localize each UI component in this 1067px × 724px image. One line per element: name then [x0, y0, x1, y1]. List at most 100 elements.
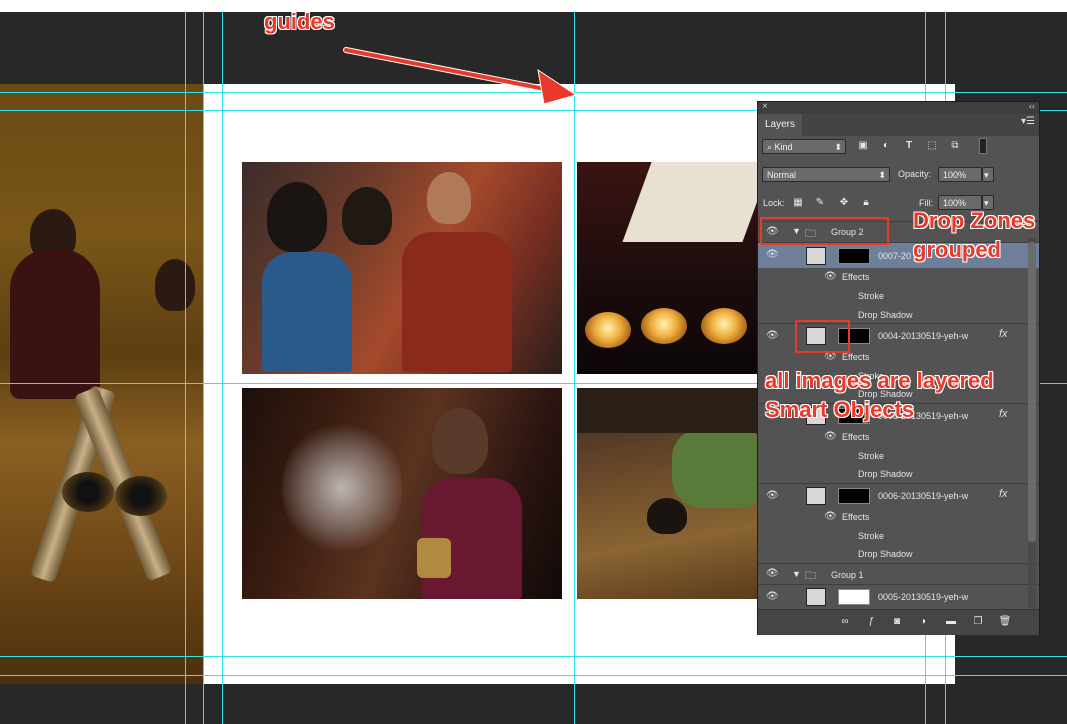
panel-bottom-toolbar: ∞ ƒ ◙ ◑ ▬ ❐ 🗑︎ — [758, 609, 1039, 635]
smart-object-thumbnail — [806, 487, 826, 505]
chevron-down-icon: ▾ — [984, 198, 989, 208]
incense-smoke — [282, 418, 402, 558]
opacity-dropdown[interactable]: ▾ — [982, 167, 994, 182]
effect-drop-shadow-row[interactable]: Drop Shadow — [758, 466, 1039, 483]
fill-label: Fill: — [919, 198, 933, 208]
guide-horizontal[interactable] — [0, 675, 1067, 676]
smart-object-thumbnail — [806, 588, 826, 606]
effects-label: Effects — [842, 512, 870, 522]
adjustment-layer-icon[interactable]: ◑ — [916, 615, 930, 629]
highlight-box-smart-object — [795, 320, 850, 353]
visibility-eye-icon[interactable]: 👁︎ — [766, 330, 779, 342]
close-icon[interactable]: × — [762, 101, 768, 112]
monk-head-incense — [432, 408, 488, 474]
incense-burner — [417, 538, 451, 578]
lock-position-icon[interactable]: ✥ — [837, 196, 851, 210]
panel-menu-icon[interactable]: ▾☰ — [1021, 116, 1035, 127]
layer-name: 0007-20 — [878, 251, 912, 261]
adjustment-filter-icon[interactable]: ◐ — [879, 139, 893, 153]
effects-row[interactable]: 👁︎ Effects — [758, 268, 1039, 287]
new-layer-icon[interactable]: ❐ — [971, 615, 985, 629]
layer-row-group1[interactable]: 👁︎ ▼ 🗀 Group 1 — [758, 563, 1039, 584]
visibility-eye-icon[interactable]: 👁︎ — [766, 591, 779, 603]
image-drop-zone-2[interactable] — [577, 162, 757, 374]
blue-robe — [262, 252, 352, 372]
layer-row-0006[interactable]: 👁︎ 0006-20130519-yeh-w fx — [758, 483, 1039, 508]
effect-drop-shadow-label: Drop Shadow — [858, 549, 913, 559]
image-drop-zone-4[interactable] — [577, 388, 757, 599]
guide-horizontal[interactable] — [0, 656, 1067, 657]
effect-stroke-row[interactable]: Stroke — [758, 287, 1039, 306]
annotation-smart-objects: Smart Objects — [765, 397, 915, 422]
visibility-eye-icon[interactable]: 👁︎ — [824, 271, 837, 283]
add-style-icon[interactable]: ƒ — [864, 615, 878, 629]
guide-vertical[interactable] — [203, 12, 204, 724]
collapse-icon[interactable]: ‹‹ — [1029, 101, 1035, 111]
new-group-icon[interactable]: ▬ — [944, 615, 958, 629]
layer-name: 0006-20130519-yeh-w — [878, 491, 969, 501]
smart-object-filter-icon[interactable]: ⧉ — [948, 139, 962, 153]
layer-name: 0005-20130519-yeh-w — [878, 592, 969, 602]
chevron-updown-icon: ⬍ — [834, 142, 842, 152]
person-head-1 — [267, 182, 327, 252]
effects-row[interactable]: 👁︎ Effects — [758, 508, 1039, 527]
effect-stroke-label: Stroke — [858, 451, 885, 461]
highlight-box-group2 — [760, 217, 889, 245]
filter-kind-label: Kind — [774, 142, 793, 152]
filter-toggle-switch[interactable] — [979, 138, 987, 154]
lock-label: Lock: — [763, 198, 785, 208]
guide-vertical[interactable] — [185, 12, 186, 724]
guide-vertical[interactable] — [222, 12, 223, 724]
type-filter-icon[interactable]: T — [902, 139, 916, 153]
disclosure-triangle-icon[interactable]: ▼ — [792, 569, 801, 579]
fx-icon[interactable]: fx — [999, 488, 1008, 500]
effect-stroke-label: Stroke — [858, 291, 885, 301]
trash-icon[interactable]: 🗑︎ — [998, 615, 1012, 629]
scrollbar-thumb[interactable] — [1028, 242, 1036, 542]
opacity-label: Opacity: — [898, 169, 932, 179]
visibility-eye-icon[interactable]: 👁︎ — [766, 249, 779, 261]
visibility-eye-icon[interactable]: 👁︎ — [824, 431, 837, 443]
annotation-grouped: grouped — [913, 237, 1001, 262]
lock-brush-icon[interactable]: ✎ — [813, 196, 827, 210]
add-mask-icon[interactable]: ◙ — [890, 615, 904, 629]
effect-stroke-row[interactable]: Stroke — [758, 447, 1039, 466]
chevron-down-icon: ▾ — [984, 170, 989, 180]
search-icon: ⌕ — [767, 142, 775, 152]
annotation-arrow — [343, 47, 578, 105]
person-head-2 — [342, 187, 392, 245]
opacity-field[interactable]: 100% — [938, 167, 982, 182]
visibility-eye-icon[interactable]: 👁︎ — [766, 490, 779, 502]
striped-robe — [672, 428, 757, 508]
visibility-eye-icon[interactable]: 👁︎ — [824, 511, 837, 523]
red-robe — [402, 232, 512, 372]
layer-row-0005[interactable]: 👁︎ 0005-20130519-yeh-w — [758, 584, 1039, 609]
annotation-all-images: all images are layered — [765, 368, 994, 393]
effects-label: Effects — [842, 272, 870, 282]
image-drop-zone-3[interactable] — [242, 388, 562, 599]
filter-kind-select[interactable]: ⌕ Kind ⬍ — [762, 139, 846, 154]
effect-stroke-row[interactable]: Stroke — [758, 527, 1039, 546]
bowing-head — [647, 498, 687, 534]
lock-all-icon[interactable]: 🔒︎ — [859, 196, 873, 210]
layer-mask-thumbnail — [838, 589, 870, 605]
horn-bell-right — [115, 476, 167, 516]
tab-layers[interactable]: Layers — [758, 114, 802, 136]
visibility-eye-icon[interactable]: 👁︎ — [766, 568, 779, 580]
effects-label: Effects — [842, 432, 870, 442]
shape-filter-icon[interactable]: ⬚ — [925, 139, 939, 153]
lock-transparent-icon[interactable]: ▦ — [791, 196, 805, 210]
crowd-background — [577, 388, 757, 433]
layer-mask-thumbnail — [838, 488, 870, 504]
image-drop-zone-1[interactable] — [242, 162, 562, 374]
fx-icon[interactable]: fx — [999, 408, 1008, 420]
effect-drop-shadow-row[interactable]: Drop Shadow — [758, 546, 1039, 563]
fx-icon[interactable]: fx — [999, 328, 1008, 340]
pixel-filter-icon[interactable]: ▣ — [856, 139, 870, 153]
smart-object-thumbnail — [806, 247, 826, 265]
guide-vertical[interactable] — [574, 12, 575, 724]
blend-mode-select[interactable]: Normal ⬍ — [762, 167, 890, 182]
effect-drop-shadow-label: Drop Shadow — [858, 310, 913, 320]
link-layers-icon[interactable]: ∞ — [838, 615, 852, 629]
effects-row[interactable]: 👁︎ Effects — [758, 428, 1039, 447]
